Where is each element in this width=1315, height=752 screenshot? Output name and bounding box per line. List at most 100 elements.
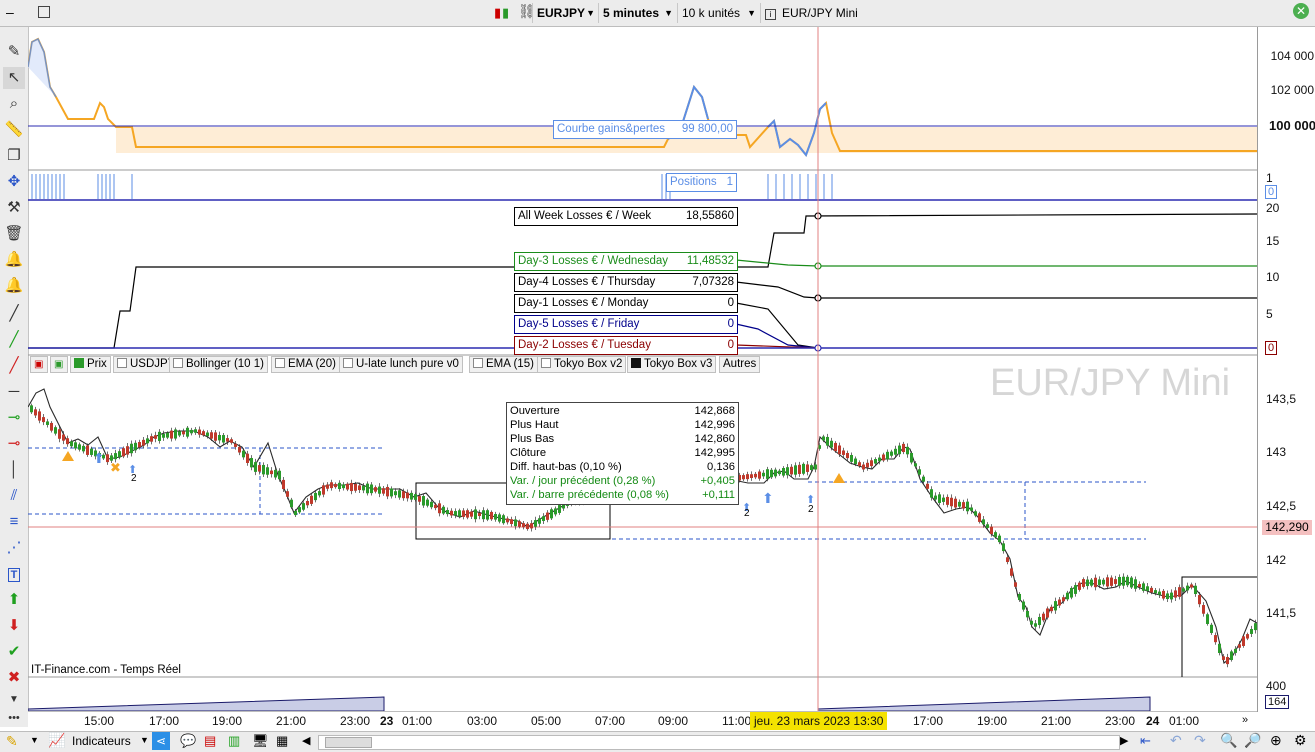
candle-body (338, 482, 341, 490)
share-icon[interactable]: ⋖ (152, 732, 170, 750)
expand-icon[interactable]: ▣ (50, 356, 68, 373)
list-icon[interactable]: ▤ (204, 733, 216, 749)
candle-body (134, 442, 137, 451)
tab-bollinger[interactable]: Bollinger (10 1) (169, 356, 268, 373)
candle-type-icon-green[interactable]: ▮ (502, 5, 509, 21)
candle-body (1138, 584, 1141, 588)
cross-icon[interactable]: ✖ (3, 667, 25, 689)
comment-icon[interactable]: 💬 (180, 733, 196, 749)
screen-icon[interactable]: 🖥 (252, 733, 269, 749)
more-icon[interactable]: ••• (3, 707, 25, 729)
fibonacci-icon[interactable]: ≡ (3, 511, 25, 533)
candle-type-icon[interactable]: ▮ (494, 5, 501, 21)
arrow-down-icon[interactable]: ⬇ (3, 615, 25, 637)
tab-tokyo-box-v2[interactable]: Tokyo Box v2 (537, 356, 627, 373)
horizontal-line-icon[interactable]: ─ (3, 381, 25, 403)
candle-body (1174, 590, 1177, 598)
units-selector[interactable]: 10 k unités ▼ (677, 3, 760, 23)
settings-icon[interactable]: ⚙ (1294, 732, 1307, 749)
symbol-selector[interactable]: EURJPY ▼ (532, 3, 599, 23)
horizontal-line-green-icon[interactable]: ⊸ (3, 407, 25, 429)
candle-body (802, 463, 805, 474)
candle-body (322, 485, 325, 495)
candle-body (54, 427, 57, 434)
tab-ema-20[interactable]: EMA (20) (271, 356, 340, 373)
maximize-icon[interactable] (38, 6, 50, 18)
fit-icon[interactable]: ⇤ (1140, 733, 1151, 749)
candle-body (34, 409, 37, 416)
candle-body (858, 462, 861, 467)
candle-body (1234, 648, 1237, 653)
timeframe-label: 5 minutes (603, 6, 660, 20)
instrument-label: EUR/JPY Mini (782, 6, 858, 20)
indicators-icon[interactable]: 📈 (48, 732, 65, 749)
chart-type-icon[interactable]: ▥ (228, 733, 240, 749)
fan-icon[interactable]: ⋰ (3, 537, 25, 559)
time-scrollbar[interactable] (318, 735, 1120, 750)
scroll-right-icon[interactable]: ▶ (1120, 734, 1128, 747)
marker-label: 2 (131, 473, 137, 484)
candle-body (1110, 577, 1113, 586)
tab-ema-15[interactable]: EMA (15) (469, 356, 538, 373)
candle-body (214, 432, 217, 441)
move-icon[interactable]: ✥ (3, 171, 25, 193)
timeframe-selector[interactable]: 5 minutes ▼ (598, 3, 677, 23)
indicators-button[interactable]: Indicateurs (72, 734, 131, 748)
horizontal-line-red-icon[interactable]: ⊸ (3, 433, 25, 455)
candle-body (314, 492, 317, 501)
tab-tokyo-box-v3[interactable]: Tokyo Box v3 (627, 356, 717, 373)
copy-icon[interactable]: ❐ (3, 145, 25, 167)
candle-body (166, 432, 169, 438)
candle-body (50, 422, 53, 431)
scrollbar-thumb[interactable] (325, 737, 372, 748)
tab-autres[interactable]: Autres (719, 356, 761, 373)
chevron-down-icon[interactable]: ▼ (30, 735, 39, 745)
close-position-icon: ✖ (110, 460, 121, 475)
zoom-fit-icon[interactable]: ⊕ (1270, 732, 1282, 749)
close-icon[interactable]: ✕ (1293, 3, 1309, 19)
text-icon[interactable]: T (3, 563, 25, 585)
candle-body (1226, 657, 1229, 665)
trash-icon[interactable]: 🗑 (3, 223, 25, 245)
candle-body (890, 451, 893, 456)
redo-icon[interactable]: ↷ (1194, 732, 1206, 749)
candle-body (878, 457, 881, 462)
hammer-icon[interactable]: ⚒ (3, 197, 25, 219)
candle-body (510, 519, 513, 524)
zoom-out-icon[interactable]: 🔎 (1244, 732, 1261, 749)
ruler-icon[interactable]: 📏 (3, 119, 25, 141)
candle-body (1206, 614, 1209, 624)
y-tick: 143 (1266, 445, 1287, 459)
zoom-icon[interactable]: ⌕ (3, 93, 25, 115)
tab-prix[interactable]: Prix (70, 356, 111, 373)
scroll-right-icon[interactable]: » (1242, 714, 1248, 726)
minimize-icon[interactable]: – (6, 4, 14, 20)
scroll-left-icon[interactable]: ◀ (302, 734, 310, 747)
candle-body (766, 469, 769, 479)
alert-plus-icon[interactable]: 🔔 (3, 249, 25, 271)
losses-label: Day-1 Losses € / Monday 0 (514, 294, 738, 313)
alert-icon[interactable]: 🔔 (3, 275, 25, 297)
cursor-icon[interactable]: ↖ (3, 67, 25, 89)
candle-body (998, 535, 1001, 543)
candle-body (1066, 592, 1069, 600)
layout-icon[interactable]: ▦ (276, 733, 288, 749)
line-black-icon[interactable]: ╱ (3, 303, 25, 325)
pencil-icon[interactable]: ✎ (3, 41, 25, 63)
undo-icon[interactable]: ↶ (1170, 732, 1182, 749)
line-green-icon[interactable]: ╱ (3, 329, 25, 351)
check-icon[interactable]: ✔ (3, 641, 25, 663)
vertical-line-icon[interactable]: │ (3, 459, 25, 481)
chevron-down-icon[interactable]: ▼ (140, 735, 149, 745)
pencil-icon[interactable]: ✎ (6, 733, 18, 750)
candle-body (150, 436, 153, 442)
candle-body (870, 460, 873, 467)
zoom-in-icon[interactable]: 🔍 (1220, 732, 1237, 749)
line-red-icon[interactable]: ╱ (3, 355, 25, 377)
collapse-icon[interactable]: ▣ (30, 356, 48, 373)
candle-body (946, 496, 949, 505)
channel-icon[interactable]: ⫽ (3, 485, 25, 507)
instrument-info[interactable]: i EUR/JPY Mini (760, 3, 869, 23)
tab-u-late-lunch[interactable]: U-late lunch pure v0 (339, 356, 463, 373)
arrow-up-icon[interactable]: ⬆ (3, 589, 25, 611)
